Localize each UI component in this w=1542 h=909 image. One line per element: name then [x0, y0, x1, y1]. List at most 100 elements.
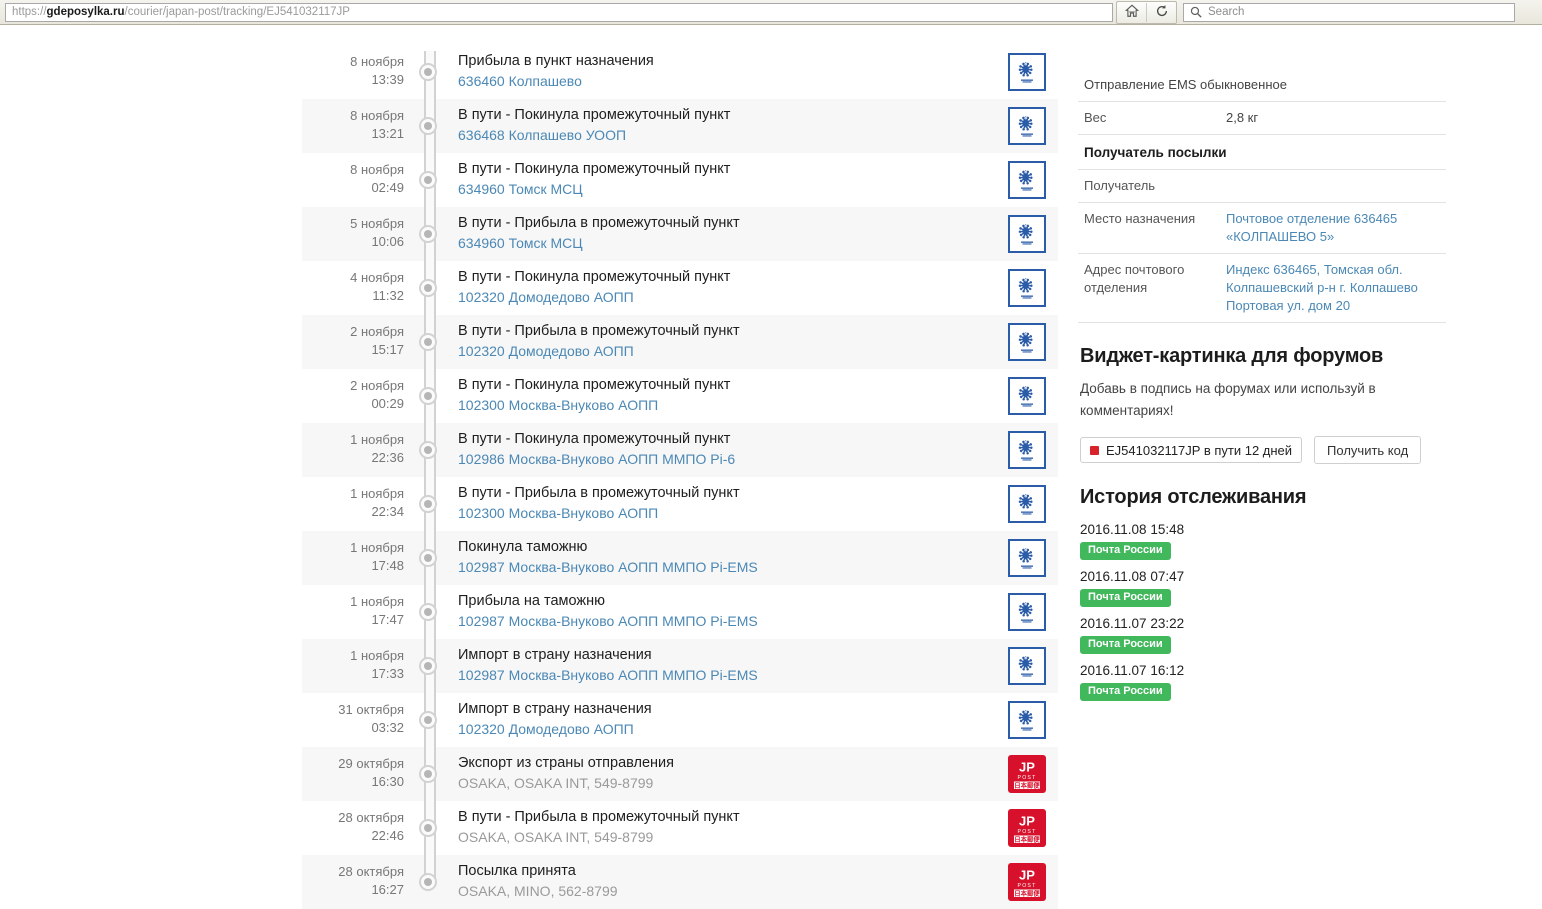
get-code-button-label: Получить код [1327, 442, 1409, 458]
get-code-button[interactable]: Получить код [1314, 436, 1422, 464]
event-status: В пути - Покинула промежуточный пункт [458, 377, 731, 393]
event-time: 17:47 [371, 612, 404, 627]
event-date: 28 октября [338, 810, 404, 825]
timeline-axis [414, 261, 442, 315]
event-date: 1 ноября [350, 432, 404, 447]
info-key: Адрес почтового отделения [1078, 253, 1220, 323]
event-date: 8 ноября [350, 162, 404, 177]
event-date: 2 ноября [350, 324, 404, 339]
event-location[interactable]: 102987 Москва-Внуково АОПП ММПО Pi-EMS [458, 557, 988, 577]
event-details: В пути - Прибыла в промежуточный пункт 63… [442, 207, 996, 261]
event-date: 1 ноября [350, 594, 404, 609]
event-datetime: 1 ноября 22:36 [302, 423, 414, 477]
history-item: 2016.11.08 07:47 Почта России [1080, 566, 1446, 607]
event-location[interactable]: 102320 Домодедово АОПП [458, 719, 988, 739]
timeline-node-icon [419, 63, 437, 81]
info-row: Место назначения Почтовое отделение 63646… [1078, 202, 1446, 254]
event-carrier-logo [996, 477, 1058, 531]
event-datetime: 2 ноября 15:17 [302, 315, 414, 369]
info-value[interactable]: Индекс 636465, Томская обл. Колпашевский… [1220, 253, 1446, 323]
info-section-heading-row: Получатель посылки [1078, 134, 1446, 170]
event-carrier-logo [996, 585, 1058, 639]
event-datetime: 1 ноября 22:34 [302, 477, 414, 531]
russian-post-logo [1008, 161, 1046, 199]
event-location[interactable]: 102320 Домодедово АОПП [458, 341, 988, 361]
address-bar[interactable]: https://gdeposylka.ru/courier/japan-post… [5, 2, 1113, 22]
timeline-node-icon [419, 387, 437, 405]
event-datetime: 29 октября 16:30 [302, 747, 414, 801]
event-carrier-logo [996, 693, 1058, 747]
timeline-axis [414, 153, 442, 207]
info-single-label: Отправление EMS обыкновенное [1078, 69, 1446, 102]
timeline-node-icon [419, 495, 437, 513]
timeline-axis [414, 45, 442, 99]
tracking-event-row: 8 ноября 13:39 Прибыла в пункт назначения 6… [302, 45, 1058, 99]
event-time: 22:36 [371, 450, 404, 465]
timeline-axis [414, 315, 442, 369]
reload-button[interactable] [1146, 2, 1176, 22]
history-carrier-badge: Почта России [1080, 683, 1171, 701]
event-time: 02:49 [371, 180, 404, 195]
history-timestamp: 2016.11.08 15:48 [1080, 522, 1185, 537]
event-status: В пути - Прибыла в промежуточный пункт [458, 485, 740, 501]
info-key: Место назначения [1078, 202, 1220, 254]
event-location[interactable]: 102986 Москва-Внуково АОПП ММПО Pi-6 [458, 449, 988, 469]
tracking-event-row: 1 ноября 22:36 В пути - Покинула промежуто… [302, 423, 1058, 477]
event-location[interactable]: 102300 Москва-Внуково АОПП [458, 503, 988, 523]
event-datetime: 28 октября 22:46 [302, 801, 414, 855]
timeline-axis [414, 693, 442, 747]
tracking-event-row: 28 октября 22:46 В пути - Прибыла в промеж… [302, 801, 1058, 855]
nav-button-group [1116, 0, 1177, 24]
event-time: 16:27 [371, 882, 404, 897]
home-icon [1124, 4, 1139, 21]
event-location: OSAKA, OSAKA INT, 549-8799 [458, 775, 654, 791]
russian-post-logo [1008, 107, 1046, 145]
event-time: 13:21 [371, 126, 404, 141]
event-status: Импорт в страну назначения [458, 701, 652, 717]
widget-preview-chip[interactable]: EJ541032117JP в пути 12 дней [1080, 437, 1303, 463]
event-details: В пути - Покинула промежуточный пункт 102… [442, 423, 996, 477]
info-key: Вес [1078, 101, 1220, 135]
event-time: 15:17 [371, 342, 404, 357]
event-details: Покинула таможню 102987 Москва-Внуково АО… [442, 531, 996, 585]
event-location[interactable]: 102320 Домодедово АОПП [458, 287, 988, 307]
timeline-axis [414, 585, 442, 639]
search-bar[interactable]: Search [1183, 2, 1515, 22]
info-value [1220, 169, 1446, 203]
event-datetime: 8 ноября 13:21 [302, 99, 414, 153]
search-input-placeholder[interactable]: Search [1208, 6, 1244, 18]
event-location[interactable]: 102300 Москва-Внуково АОПП [458, 395, 988, 415]
event-location[interactable]: 636468 Колпашево УООП [458, 125, 988, 145]
info-row: Получатель [1078, 169, 1446, 203]
russian-post-logo [1008, 377, 1046, 415]
timeline-node-icon [419, 765, 437, 783]
home-button[interactable] [1117, 3, 1146, 22]
event-location[interactable]: 634960 Томск МСЦ [458, 233, 988, 253]
timeline-node-icon [419, 603, 437, 621]
timeline-axis [414, 801, 442, 855]
widget-controls: EJ541032117JP в пути 12 дней Получить ко… [1080, 436, 1446, 464]
reload-icon [1155, 4, 1169, 21]
event-date: 1 ноября [350, 648, 404, 663]
event-location[interactable]: 634960 Томск МСЦ [458, 179, 988, 199]
event-carrier-logo: JP POST 日本郵便 [996, 855, 1058, 909]
timeline-node-icon [419, 171, 437, 189]
event-location[interactable]: 102987 Москва-Внуково АОПП ММПО Pi-EMS [458, 611, 988, 631]
event-datetime: 1 ноября 17:47 [302, 585, 414, 639]
info-section-heading: Получатель посылки [1078, 134, 1446, 170]
widget-section-title: Виджет-картинка для форумов [1080, 345, 1384, 367]
timeline-axis [414, 639, 442, 693]
svg-text:日本郵便: 日本郵便 [1014, 889, 1040, 898]
event-location[interactable]: 636460 Колпашево [458, 71, 988, 91]
japan-post-logo: JP POST 日本郵便 [1008, 863, 1046, 901]
event-location[interactable]: 102987 Москва-Внуково АОПП ММПО Pi-EMS [458, 665, 988, 685]
event-status: В пути - Покинула промежуточный пункт [458, 107, 731, 123]
event-details: Прибыла на таможню 102987 Москва-Внуково … [442, 585, 996, 639]
info-row: Вес 2,8 кг [1078, 101, 1446, 135]
event-datetime: 4 ноября 11:32 [302, 261, 414, 315]
event-details: Импорт в страну назначения 102320 Домодед… [442, 693, 996, 747]
russian-post-logo [1008, 269, 1046, 307]
timeline-node-icon [419, 441, 437, 459]
info-value[interactable]: Почтовое отделение 636465 «КОЛПАШЕВО 5» [1220, 202, 1446, 254]
widget-chip-label: EJ541032117JP в пути 12 дней [1106, 442, 1293, 458]
